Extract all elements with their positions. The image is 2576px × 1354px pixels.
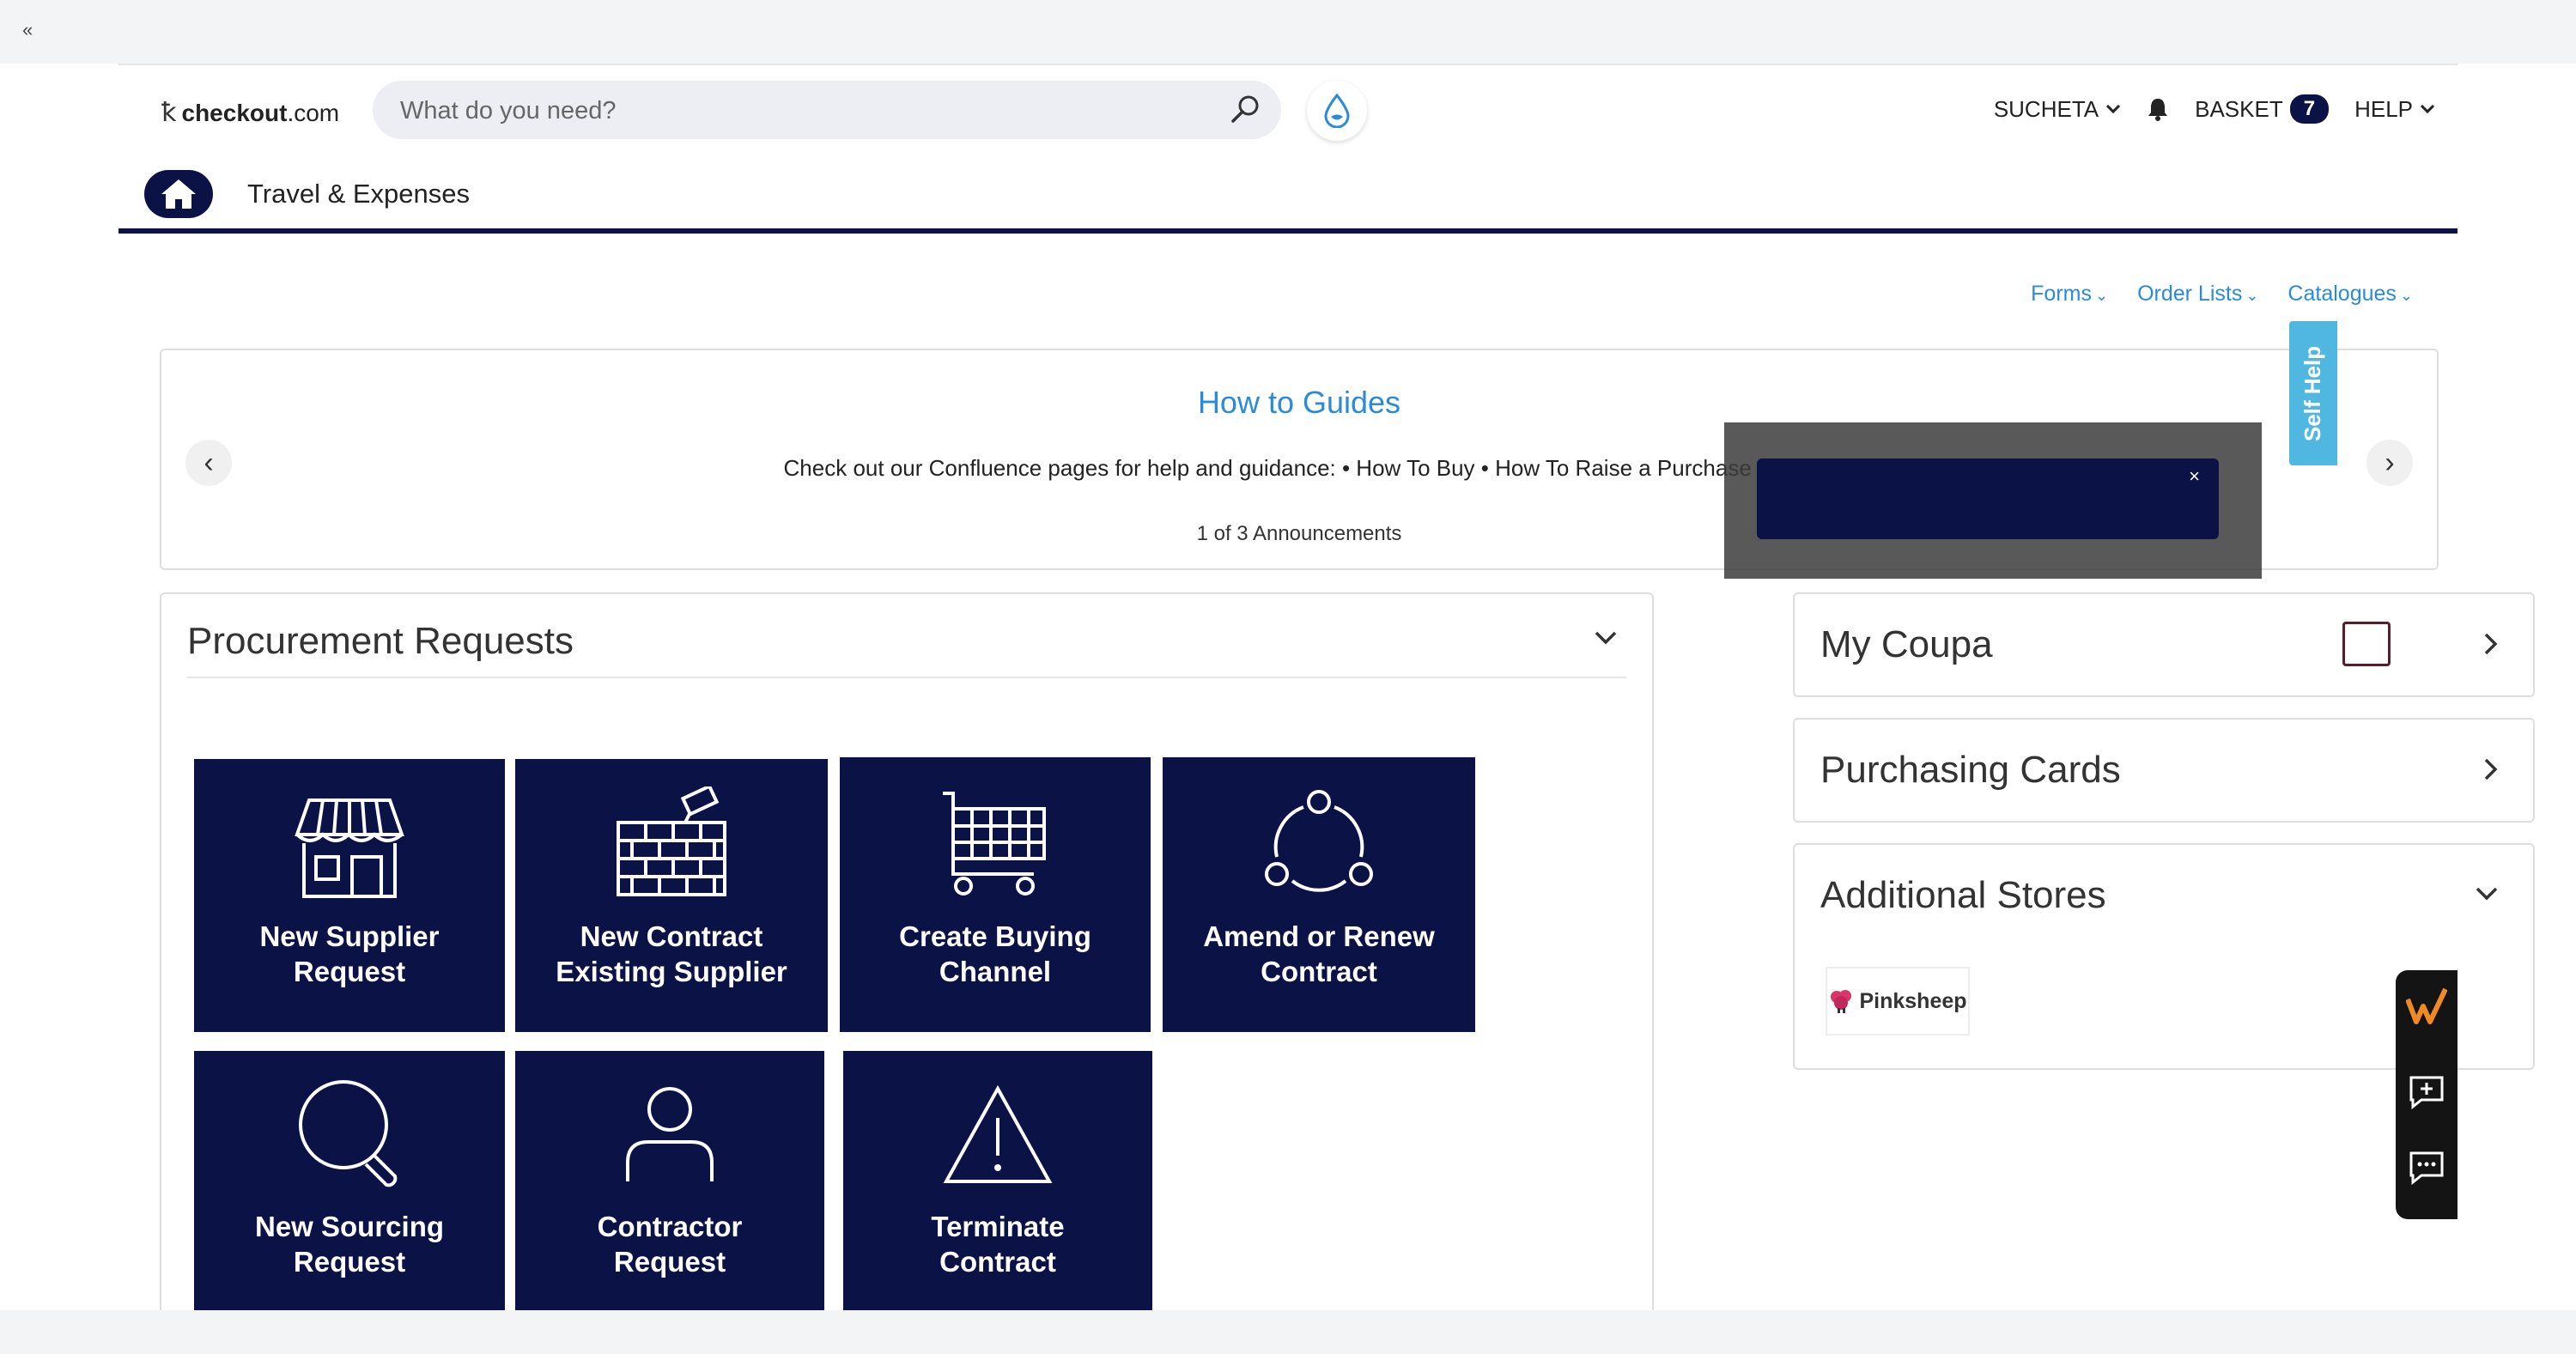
forms-link[interactable]: Forms ⌄ (2031, 282, 2108, 307)
header-right: SUCHETA BASKET 7 HELP (1994, 94, 2435, 124)
tile-label-line1: New Contract (580, 920, 763, 952)
chevron-left-icon: ‹ (204, 446, 214, 479)
chevron-right-icon[interactable] (2483, 757, 2499, 781)
user-name: SUCHETA (1993, 95, 2099, 122)
basket-button[interactable]: BASKET 7 (2195, 94, 2330, 124)
tile-label-line1: New Sourcing (254, 1211, 445, 1242)
bell-icon[interactable] (2147, 97, 2169, 121)
purchasing-cards-title: Purchasing Cards (1820, 749, 2121, 791)
basket-label: BASKET (2195, 95, 2283, 122)
new-contract-existing-supplier-tile[interactable]: New Contract Existing Supplier (515, 759, 828, 1032)
close-icon[interactable]: × (2189, 465, 2200, 488)
tile-label-line2: Existing Supplier (556, 956, 787, 988)
purchasing-cards-card[interactable]: Purchasing Cards (1793, 718, 2535, 823)
search-icon[interactable] (1228, 93, 1262, 127)
sustainability-button[interactable] (1307, 81, 1367, 141)
water-drop-icon (1324, 94, 1350, 128)
person-icon (626, 1087, 714, 1181)
catalogues-link[interactable]: Catalogues ⌄ (2287, 282, 2413, 307)
focus-highlight (2342, 622, 2391, 666)
cycle-icon (1265, 790, 1373, 892)
nav-underline (118, 228, 2458, 234)
help-menu[interactable]: HELP (2354, 96, 2435, 123)
chevron-down-icon (2106, 104, 2121, 114)
order-lists-link[interactable]: Order Lists ⌄ (2137, 282, 2258, 307)
tile-label-line1: New Supplier (259, 920, 440, 952)
user-menu[interactable]: SUCHETA (1994, 96, 2121, 123)
feedback-widget (2396, 970, 2458, 1219)
new-sourcing-request-tile[interactable]: New Sourcing Request (194, 1051, 505, 1321)
search-input[interactable]: What do you need? (400, 97, 617, 125)
page: ꝁ checkout.com What do you need? SUCHETA (0, 64, 2576, 1321)
checkout-logo-icon: ꝁ (161, 99, 177, 127)
my-coupa-card[interactable]: My Coupa (1793, 592, 2535, 697)
chevron-down-icon: ⌄ (2399, 287, 2413, 304)
self-help-tab[interactable]: Self Help (2289, 321, 2337, 465)
tile-label-line1: Create Buying (899, 920, 1091, 952)
additional-stores-title: Additional Stores (1820, 874, 2106, 916)
shopping-cart-icon (943, 792, 1046, 896)
new-supplier-request-tile[interactable]: New Supplier Request (194, 759, 505, 1032)
home-icon (161, 179, 196, 209)
search-bar[interactable]: What do you need? (373, 81, 1281, 139)
tile-label-line2: Contract (939, 1246, 1056, 1278)
help-label: HELP (2354, 95, 2413, 122)
tile-label-line2: Request (613, 1246, 726, 1278)
sub-navigation: Travel & Expenses (144, 170, 470, 218)
tile-label-line1: Amend or Renew (1203, 920, 1435, 952)
tile-label-line2: Request (293, 956, 406, 988)
bottom-bar (0, 1310, 2576, 1354)
chevron-down-icon: ⌄ (2245, 287, 2259, 304)
logo-prefix: checkout (181, 99, 288, 126)
chevron-down-icon: ⌄ (2094, 287, 2109, 304)
procurement-requests-panel: Procurement Requests New Supplier Reques… (160, 592, 1654, 1321)
pinksheep-store-link[interactable]: Pinksheep (1826, 967, 1970, 1035)
basket-count-badge: 7 (2289, 94, 2330, 124)
previous-announcement-button[interactable]: ‹ (185, 440, 232, 486)
chevron-down-icon[interactable] (2475, 886, 2499, 902)
browser-top-bar: « (0, 0, 2576, 64)
pinksheep-logo-icon (1831, 990, 1852, 1013)
page-content: ꝁ checkout.com What do you need? SUCHETA (118, 64, 2535, 1321)
divider (187, 677, 1626, 678)
chevron-right-icon: › (2385, 446, 2395, 479)
tile-label-line2: Channel (939, 956, 1052, 988)
chevron-right-icon[interactable] (2483, 632, 2499, 656)
procurement-title: Procurement Requests (187, 620, 574, 662)
my-coupa-title: My Coupa (1820, 623, 1993, 665)
tile-label-line2: Request (293, 1246, 406, 1278)
amend-or-renew-contract-tile[interactable]: Amend or Renew Contract (1163, 757, 1475, 1032)
warning-icon (943, 1084, 1053, 1183)
next-announcement-button[interactable]: › (2366, 440, 2413, 486)
checkout-logo[interactable]: ꝁ checkout.com (161, 98, 339, 128)
store-name: Pinksheep (1859, 988, 1967, 1013)
announcement-title[interactable]: How to Guides (161, 385, 2437, 421)
chevron-down-icon[interactable] (1594, 630, 1618, 646)
chevron-down-icon (2420, 104, 2435, 114)
terminate-contract-tile[interactable]: Terminate Contract (843, 1051, 1152, 1321)
contractor-request-tile[interactable]: Contractor Request (515, 1051, 824, 1321)
collapse-icon[interactable]: « (22, 19, 33, 41)
tile-label-line2: Contract (1261, 956, 1377, 988)
walkme-logo-icon[interactable] (2406, 986, 2447, 1027)
tile-label-line1: Terminate (931, 1211, 1065, 1242)
brick-wall-icon (617, 786, 726, 896)
add-comment-icon[interactable] (2406, 1072, 2447, 1113)
chat-icon[interactable] (2406, 1147, 2447, 1188)
create-buying-channel-tile[interactable]: Create Buying Channel (840, 757, 1151, 1032)
magnifier-icon (299, 1080, 398, 1187)
storefront-icon (295, 798, 404, 898)
home-button[interactable] (144, 170, 213, 218)
tile-label-line1: Contractor (597, 1211, 743, 1242)
popup-dialog: × (1757, 458, 2219, 539)
quick-links: Forms ⌄ Order Lists ⌄ Catalogues ⌄ (2031, 282, 2413, 307)
logo-suffix: .com (287, 99, 340, 126)
tab-travel-expenses[interactable]: Travel & Expenses (247, 179, 470, 209)
